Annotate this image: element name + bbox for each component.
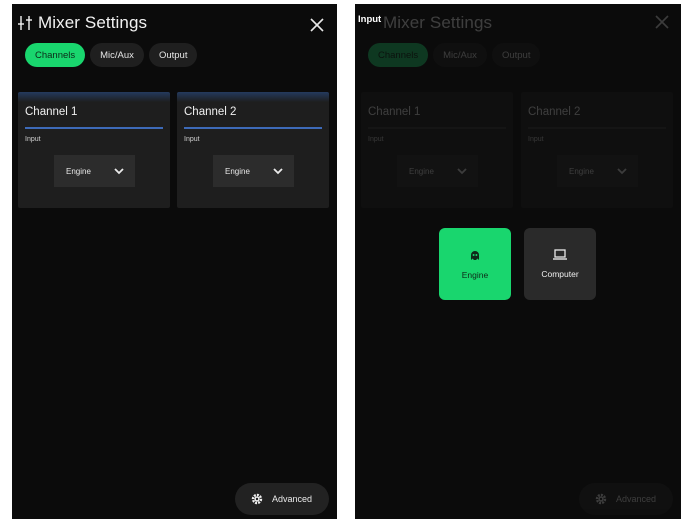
background-tab-bar: Channels Mic/Aux Output	[368, 43, 541, 67]
advanced-label: Advanced	[616, 494, 657, 504]
channel-card-1: Channel 1 Input Engine	[18, 92, 170, 208]
channel-input-label: Input	[528, 136, 544, 143]
input-select-screen: Mixer Settings Channels Mic/Aux Output C…	[355, 4, 681, 519]
advanced-button[interactable]: Advanced	[235, 483, 329, 515]
channel-card-1: Channel 1 Input Engine	[361, 92, 513, 208]
input-dropdown-value: Engine	[66, 166, 91, 176]
channel-name-underline	[184, 127, 322, 129]
advanced-button: Advanced	[579, 483, 673, 515]
input-option-engine[interactable]: Engine	[439, 228, 511, 300]
gear-icon	[251, 493, 263, 505]
tab-mic-aux: Mic/Aux	[433, 43, 487, 67]
mixer-sliders-icon	[18, 16, 32, 30]
channel-card-2: Channel 2 Input Engine	[177, 92, 329, 208]
channel-input-label: Input	[184, 136, 200, 143]
channel-input-label: Input	[25, 136, 41, 143]
tab-bar: Channels Mic/Aux Output	[25, 43, 198, 67]
tab-output[interactable]: Output	[148, 43, 198, 67]
channel-name-underline	[25, 127, 163, 129]
input-dropdown: Engine	[397, 155, 478, 187]
advanced-label: Advanced	[272, 494, 313, 504]
input-dropdown: Engine	[557, 155, 638, 187]
option-label: Computer	[541, 269, 579, 279]
tab-output: Output	[491, 43, 541, 67]
card-header-glow	[18, 92, 170, 102]
laptop-icon	[553, 249, 567, 260]
input-dropdown-value: Engine	[569, 166, 594, 176]
chevron-down-icon	[617, 168, 627, 175]
input-dropdown-value: Engine	[409, 166, 434, 176]
engine-icon	[471, 250, 479, 260]
tab-mic-aux[interactable]: Mic/Aux	[90, 43, 144, 67]
input-dropdown[interactable]: Engine	[54, 155, 135, 187]
close-icon[interactable]	[309, 17, 325, 33]
title-text: Mixer Settings	[38, 13, 148, 32]
background-title-text: Mixer Settings	[383, 13, 493, 32]
close-icon	[655, 15, 669, 29]
chevron-down-icon	[273, 168, 283, 175]
input-dropdown[interactable]: Engine	[213, 155, 294, 187]
chevron-down-icon	[114, 168, 124, 175]
channel-name: Channel 2	[528, 106, 581, 118]
channel-name: Channel 2	[184, 106, 237, 118]
input-dropdown-value: Engine	[225, 166, 250, 176]
input-dialog-title: Input	[358, 14, 382, 25]
background-title: Mixer Settings	[383, 11, 492, 35]
dimmed-background: Mixer Settings Channels Mic/Aux Output C…	[355, 4, 681, 519]
input-option-computer[interactable]: Computer	[524, 228, 596, 300]
channel-name-underline	[528, 127, 666, 129]
chevron-down-icon	[457, 168, 467, 175]
channel-name-underline	[368, 127, 506, 129]
channel-name: Channel 1	[25, 106, 78, 118]
page-title: Mixer Settings	[18, 11, 147, 35]
channel-card-2: Channel 2 Input Engine	[521, 92, 673, 208]
mixer-settings-screen: Mixer Settings Channels Mic/Aux Output C…	[12, 4, 337, 519]
option-label: Engine	[461, 269, 489, 280]
card-header-glow	[177, 92, 329, 102]
channel-input-label: Input	[368, 136, 384, 143]
tab-channels[interactable]: Channels	[25, 43, 86, 67]
tab-channels: Channels	[368, 43, 429, 67]
channel-name: Channel 1	[368, 106, 421, 118]
gear-icon	[595, 493, 607, 505]
